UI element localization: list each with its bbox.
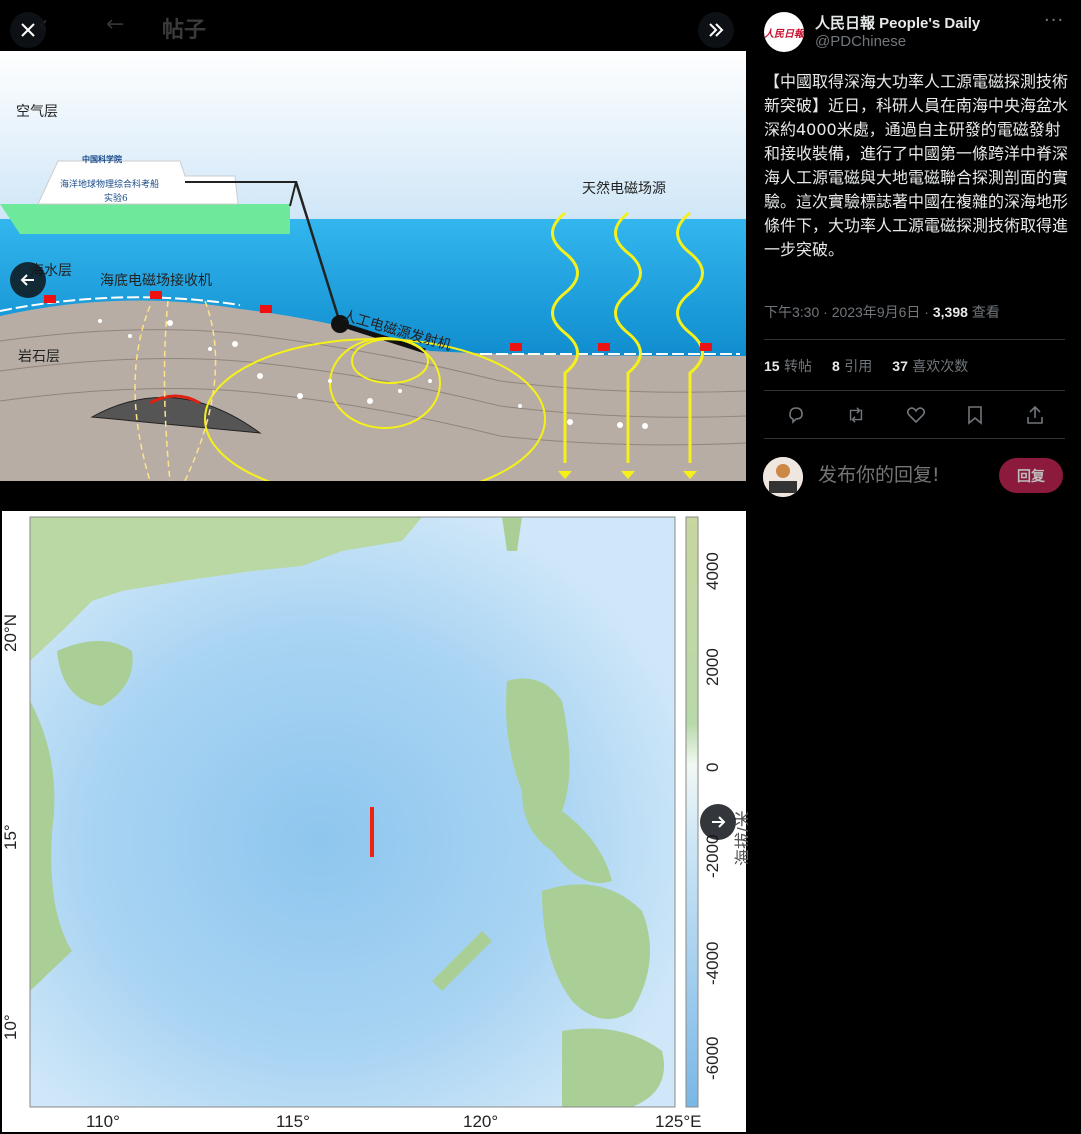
author-handle[interactable]: @PDChinese bbox=[815, 33, 906, 50]
colorbar-tick-label: 4000 bbox=[703, 552, 722, 590]
colorbar-tick-label: 2000 bbox=[703, 648, 722, 686]
close-button[interactable] bbox=[10, 12, 46, 48]
air-layer-label: 空气层 bbox=[16, 104, 58, 120]
quote-count: 8 bbox=[832, 358, 840, 374]
lat-label: 10° bbox=[1, 1014, 20, 1040]
post-meta: 下午3:30 · 2023年9月6日 · 3,398 查看 bbox=[764, 302, 1000, 322]
ship-label-line1: 海洋地球物理综合科考船 bbox=[60, 180, 160, 190]
lat-label: 20°N bbox=[1, 614, 20, 652]
lon-label: 120° bbox=[463, 1112, 499, 1131]
reply-action-button[interactable] bbox=[786, 400, 806, 430]
like-stat[interactable]: 37 喜欢次数 bbox=[892, 356, 968, 376]
retweet-label: 转帖 bbox=[779, 359, 813, 375]
like-count: 37 bbox=[892, 358, 908, 374]
avatar-text: 人民日報 bbox=[764, 28, 804, 40]
divider bbox=[764, 438, 1065, 439]
double-chevron-right-icon bbox=[709, 23, 724, 37]
heart-icon bbox=[906, 407, 925, 424]
retweet-icon bbox=[849, 407, 862, 423]
receiver-label: 海底电磁场接收机 bbox=[100, 273, 212, 289]
ghost-back-arrow-icon: ← bbox=[106, 12, 125, 37]
rock-layer-label: 岩石层 bbox=[18, 349, 60, 365]
ghost-page-title: 帖子 bbox=[162, 18, 207, 43]
colorbar-tick-label: -6000 bbox=[703, 1036, 722, 1080]
post-actions bbox=[764, 400, 1065, 430]
lon-label: 110° bbox=[86, 1112, 120, 1131]
view-count: 3,398 bbox=[932, 304, 968, 320]
share-action-button[interactable] bbox=[1025, 400, 1045, 430]
user-avatar-image bbox=[763, 457, 803, 497]
media-viewer: ‹ ← 帖子 bbox=[0, 0, 748, 1134]
view-count-label: 查看 bbox=[967, 304, 1000, 320]
natural-source-label: 天然电磁场源 bbox=[582, 181, 666, 197]
quote-stat[interactable]: 8 引用 bbox=[832, 356, 872, 376]
quote-label: 引用 bbox=[839, 359, 873, 375]
colorbar-tick-label: -2000 bbox=[703, 834, 722, 878]
post-detail-panel: 人民日報 人民日報 People's Daily @PDChinese ··· … bbox=[748, 0, 1081, 1134]
previous-image-button[interactable] bbox=[10, 262, 46, 298]
divider bbox=[764, 339, 1065, 340]
ship-label-line2: 实验6 bbox=[104, 194, 128, 204]
more-options-button[interactable]: ··· bbox=[1044, 10, 1064, 31]
bookmark-action-button[interactable] bbox=[965, 400, 985, 430]
like-action-button[interactable] bbox=[906, 400, 926, 430]
lon-label: 115° bbox=[276, 1112, 310, 1131]
reply-icon bbox=[789, 407, 803, 424]
retweet-stat[interactable]: 15 转帖 bbox=[764, 356, 812, 376]
lon-label: 125°E bbox=[655, 1112, 702, 1131]
user-avatar[interactable] bbox=[763, 457, 803, 497]
bookmark-icon bbox=[968, 406, 983, 425]
retweet-action-button[interactable] bbox=[846, 400, 866, 430]
reply-input[interactable] bbox=[818, 460, 988, 490]
ship-logo-text: 中国科学院 bbox=[82, 154, 122, 164]
arrow-left-icon bbox=[20, 274, 34, 286]
author-avatar[interactable]: 人民日報 bbox=[764, 12, 804, 52]
lat-label: 15° bbox=[1, 824, 20, 850]
survey-location-map bbox=[0, 509, 748, 1134]
divider bbox=[764, 390, 1065, 391]
author-name[interactable]: 人民日報 People's Daily bbox=[815, 12, 980, 33]
post-text: 【中國取得深海大功率人工源電磁探測技術新突破】近日，科研人員在南海中央海盆水深約… bbox=[764, 72, 1069, 259]
reply-button[interactable]: 回复 bbox=[999, 458, 1063, 493]
post-stats: 15 转帖 8 引用 37 喜欢次数 bbox=[764, 356, 968, 376]
expand-sidebar-button[interactable] bbox=[698, 12, 734, 48]
next-image-button[interactable] bbox=[700, 804, 736, 840]
arrow-right-icon bbox=[712, 816, 726, 828]
post-time[interactable]: 下午3:30 · 2023年9月6日 · bbox=[764, 304, 933, 320]
viewer-top-bar: ‹ ← 帖子 bbox=[0, 0, 748, 51]
colorbar-tick-label: 0 bbox=[703, 762, 722, 772]
like-label: 喜欢次数 bbox=[907, 359, 969, 375]
retweet-count: 15 bbox=[764, 358, 780, 374]
exploration-diagram: 空气层 海水层 岩石层 海底电磁场接收机 天然电磁场源 人工电磁源发射机 中国科… bbox=[0, 51, 746, 481]
share-icon bbox=[1027, 405, 1043, 424]
close-icon bbox=[21, 23, 35, 37]
colorbar-tick-label: -4000 bbox=[703, 941, 722, 985]
